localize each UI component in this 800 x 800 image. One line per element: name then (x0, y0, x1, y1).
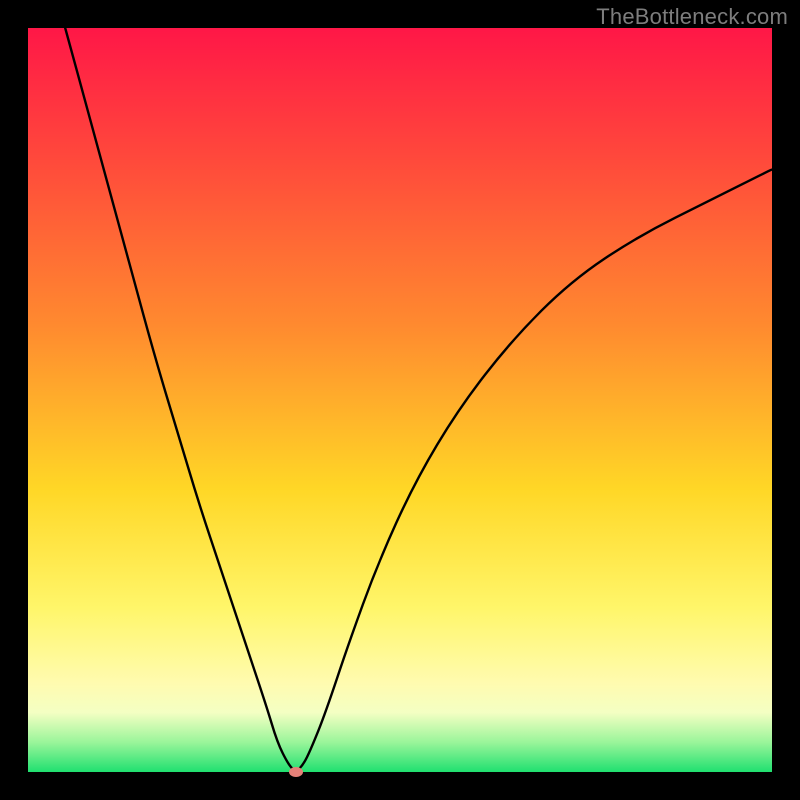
minimum-marker (289, 767, 303, 777)
watermark-text: TheBottleneck.com (596, 4, 788, 30)
bottleneck-curve (28, 28, 772, 772)
plot-area (28, 28, 772, 772)
chart-frame: TheBottleneck.com (0, 0, 800, 800)
